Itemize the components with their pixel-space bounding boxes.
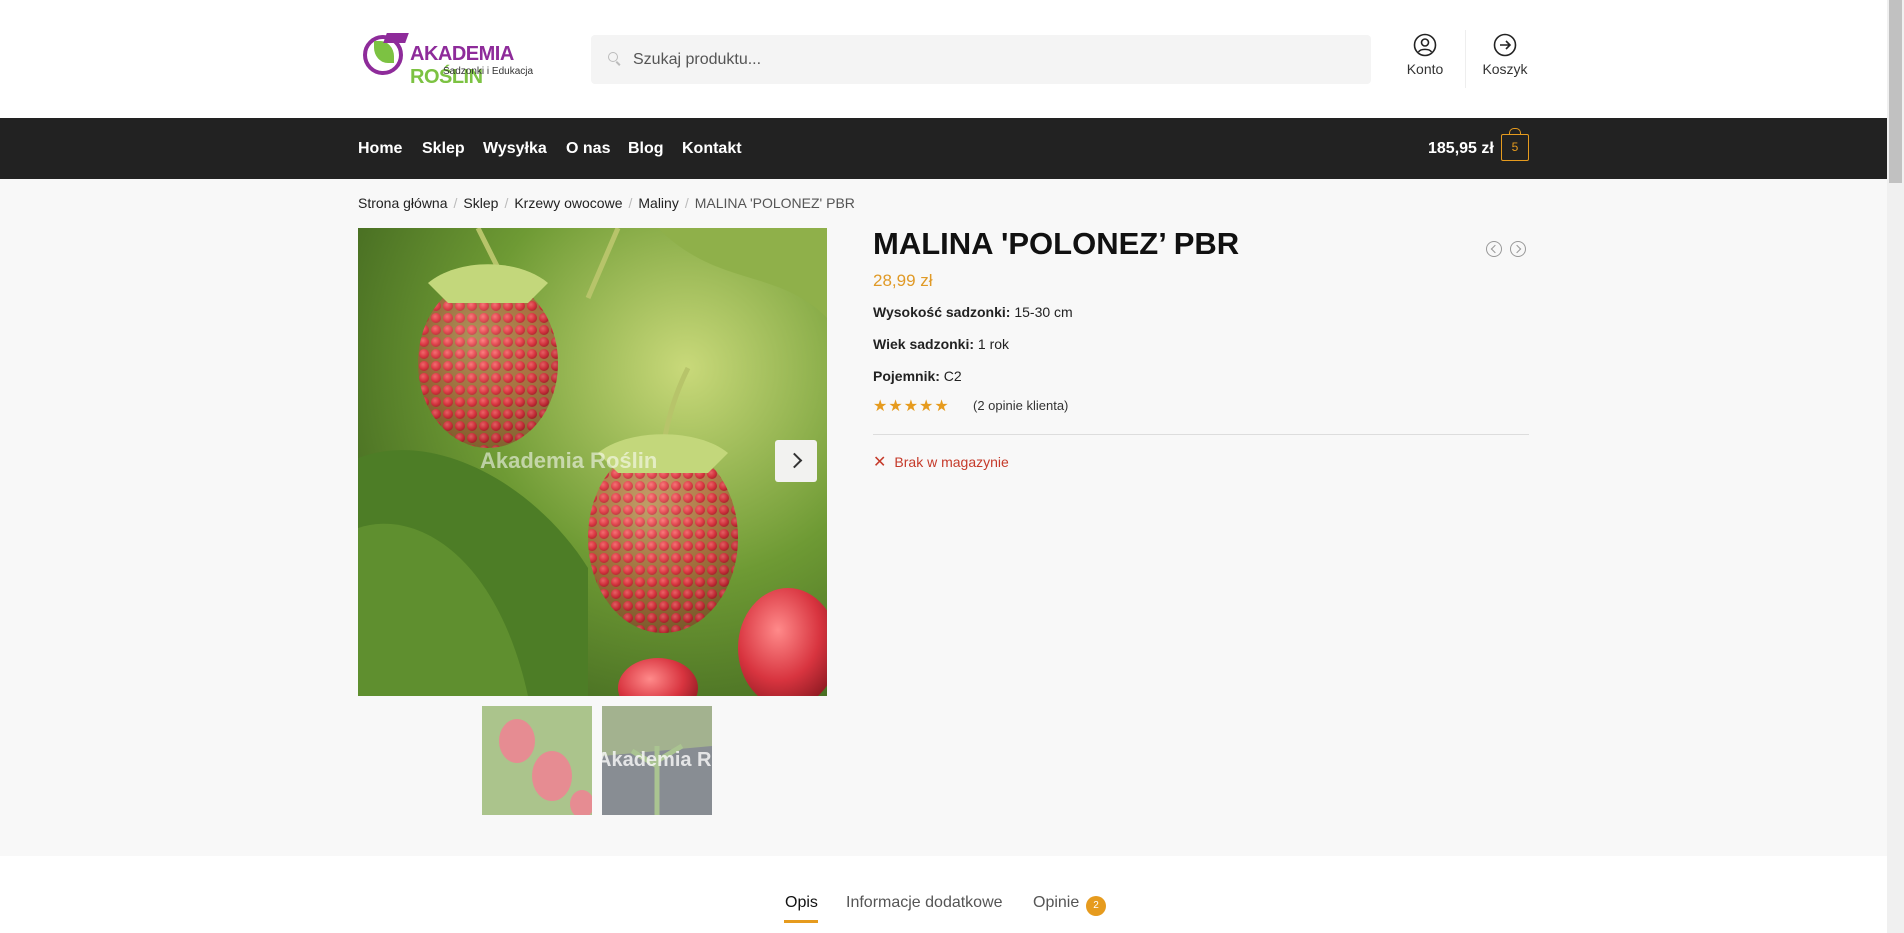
site-logo[interactable]: AKADEMIA ROŚLIN Sadzonki i Edukacja (363, 33, 543, 88)
attribute-value: 15-30 cm (1014, 304, 1073, 320)
star-icon: ★ (934, 398, 950, 415)
product-title: MALINA 'POLONEZ’ PBR (873, 226, 1240, 261)
star-icon: ★ (903, 398, 920, 415)
search-bar (591, 35, 1371, 84)
attribute-label: Wiek sadzonki: (873, 336, 975, 352)
attribute-label: Wysokość sadzonki: (873, 304, 1011, 320)
star-icon: ★ (873, 398, 889, 415)
breadcrumb-home[interactable]: Strona główna (358, 195, 448, 211)
product-tabs: Opis Informacje dodatkowe Opinie 2 (0, 856, 1887, 933)
nav-item-home[interactable]: Home (358, 140, 402, 158)
breadcrumb-separator: / (504, 195, 509, 211)
site-header: AKADEMIA ROŚLIN Sadzonki i Edukacja Kont… (0, 0, 1887, 118)
user-icon (1413, 33, 1437, 57)
previous-product-icon[interactable] (1486, 241, 1502, 257)
nav-item-shop[interactable]: Sklep (422, 140, 465, 158)
main-navigation: Home Sklep Wysyłka O nas Blog Kontakt 18… (0, 118, 1887, 179)
arrow-right-circle-icon (1493, 33, 1517, 57)
raspberry-thumbnail (482, 706, 592, 815)
cart-link[interactable]: Koszyk (1470, 33, 1540, 77)
raspberry-photo: Akademia Roślin (358, 228, 827, 696)
scrollbar-thumb[interactable] (1889, 0, 1902, 183)
breadcrumb-shop[interactable]: Sklep (463, 195, 498, 211)
page-scrollbar[interactable] (1887, 0, 1904, 933)
star-icon: ★ (888, 398, 904, 415)
cart-count-badge[interactable]: 5 (1501, 128, 1529, 161)
graduation-cap-icon (383, 33, 409, 43)
rating-stars: ★★★★★ (873, 396, 950, 416)
product-price: 28,99 zł (873, 271, 933, 290)
breadcrumb-separator: / (628, 195, 633, 211)
nav-item-blog[interactable]: Blog (628, 140, 664, 158)
attribute-age: Wiek sadzonki: 1 rok (873, 336, 1009, 352)
header-divider (1465, 30, 1466, 88)
breadcrumb-current: MALINA 'POLONEZ' PBR (694, 195, 855, 211)
gallery-next-button[interactable] (775, 440, 817, 482)
search-icon (608, 52, 618, 62)
image-watermark: Akademia Roślin (480, 448, 657, 473)
thumbnail-watermark: Akademia Roślin (602, 749, 712, 771)
reviews-count-badge: 2 (1086, 896, 1106, 916)
cart-total[interactable]: 185,95 zł (1428, 140, 1494, 158)
search-input[interactable] (633, 35, 1353, 84)
tab-description[interactable]: Opis (785, 894, 818, 912)
active-tab-indicator (784, 920, 818, 923)
stock-status: ✕ Brak w magazynie (873, 452, 1009, 472)
attribute-height: Wysokość sadzonki: 15-30 cm (873, 304, 1073, 320)
attribute-value: 1 rok (977, 336, 1010, 352)
attribute-label: Pojemnik: (873, 368, 940, 384)
gallery-thumbnail-2[interactable]: Akademia Roślin (602, 706, 712, 815)
nav-item-about[interactable]: O nas (566, 140, 610, 158)
nav-item-contact[interactable]: Kontakt (682, 140, 742, 158)
breadcrumb-separator: / (684, 195, 689, 211)
stock-status-text: Brak w magazynie (894, 454, 1009, 470)
seedling-thumbnail: Akademia Roślin (602, 706, 712, 815)
attribute-container: Pojemnik: C2 (873, 368, 962, 384)
attribute-value: C2 (943, 368, 962, 384)
logo-tagline: Sadzonki i Edukacja (443, 66, 534, 77)
account-link[interactable]: Konto (1390, 33, 1460, 77)
tab-additional-info[interactable]: Informacje dodatkowe (846, 894, 1003, 912)
breadcrumb: Strona główna / Sklep / Krzewy owocowe / Malin… (358, 195, 855, 211)
summary-divider (873, 434, 1529, 435)
close-icon: ✕ (873, 454, 887, 471)
reviews-link[interactable]: (2 opinie klienta) (973, 398, 1068, 413)
breadcrumb-fruit-shrubs[interactable]: Krzewy owocowe (514, 195, 622, 211)
cart-label: Koszyk (1482, 61, 1528, 77)
tab-reviews[interactable]: Opinie (1033, 894, 1079, 912)
gallery-thumbnail-1[interactable] (482, 706, 592, 815)
breadcrumb-separator: / (453, 195, 458, 211)
nav-item-shipping[interactable]: Wysyłka (483, 140, 547, 158)
star-icon: ★ (919, 398, 935, 415)
product-main-image[interactable]: Akademia Roślin (358, 228, 827, 696)
next-product-icon[interactable] (1510, 241, 1526, 257)
breadcrumb-raspberries[interactable]: Maliny (638, 195, 678, 211)
account-label: Konto (1406, 61, 1444, 77)
